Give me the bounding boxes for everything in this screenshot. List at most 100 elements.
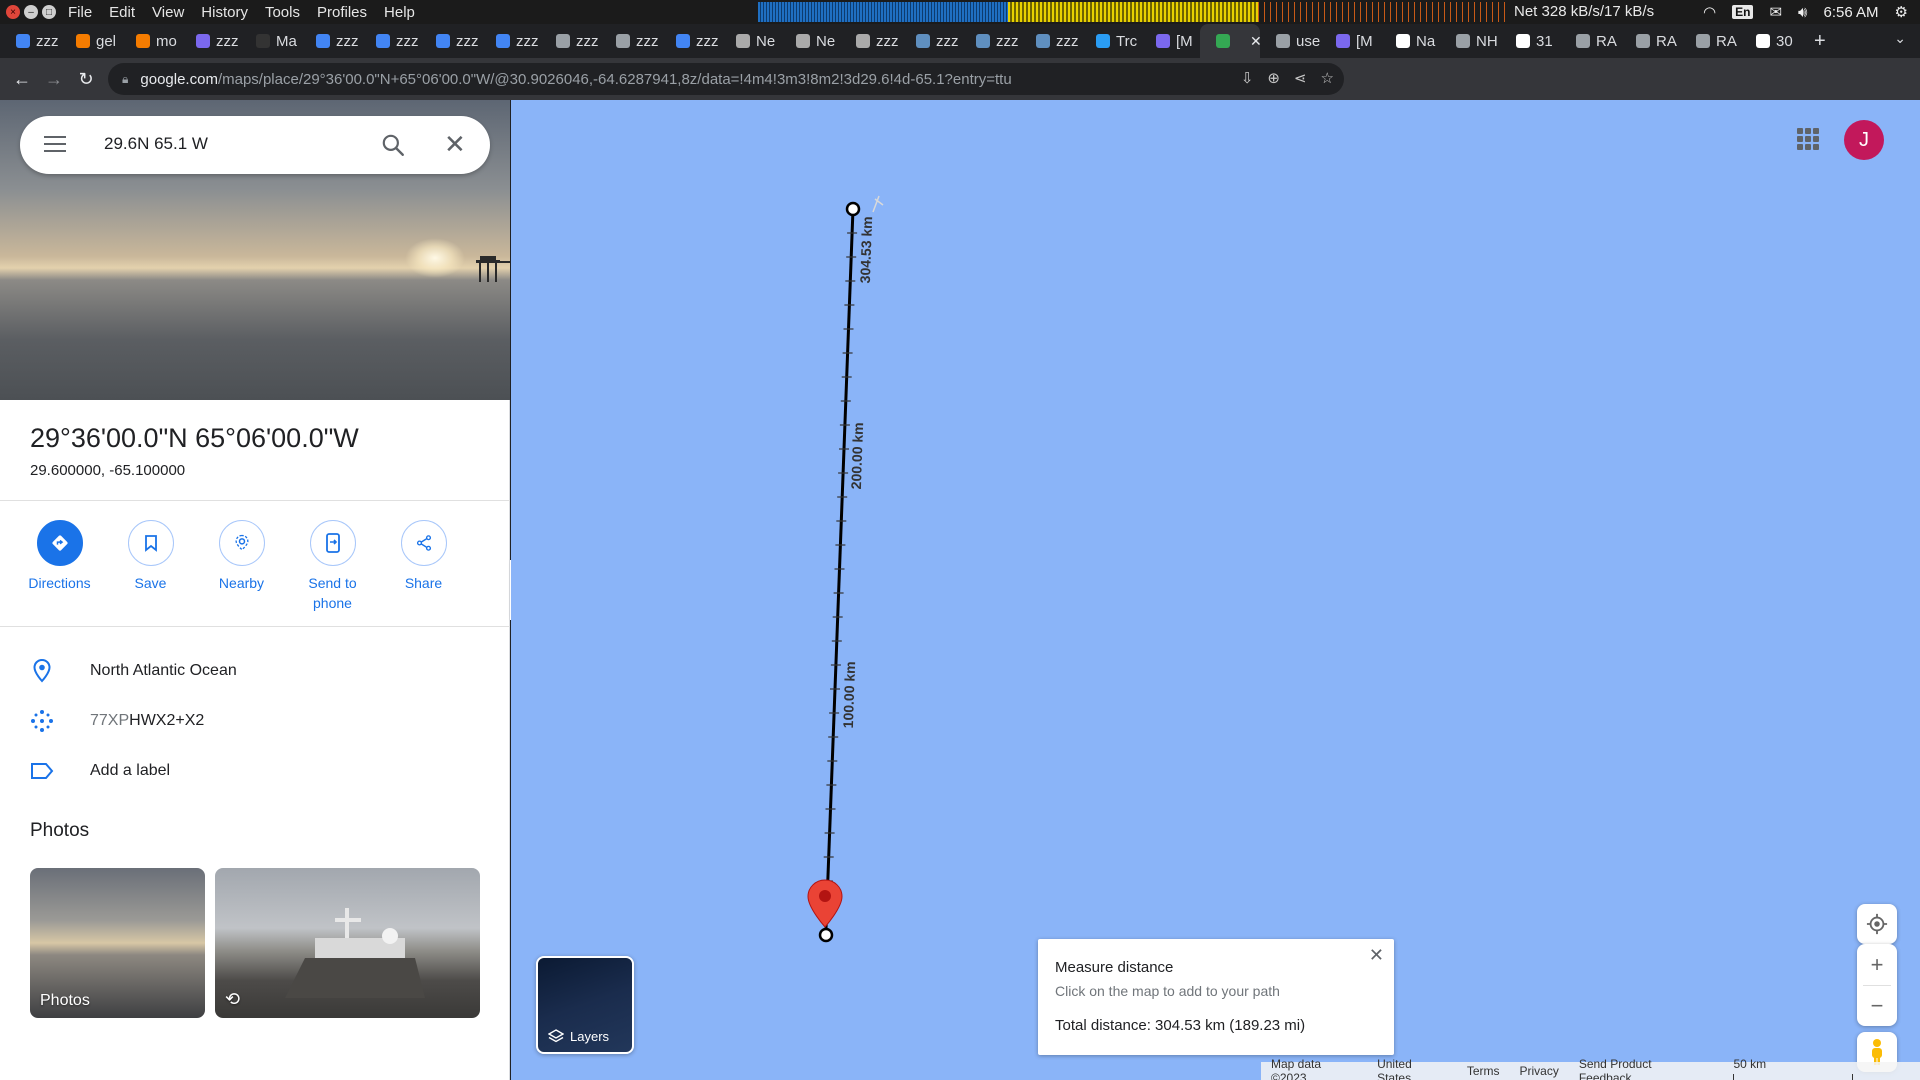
zoom-out-minus-icon[interactable]: − <box>1857 986 1897 1026</box>
info-row-location[interactable]: North Atlantic Ocean <box>0 651 510 691</box>
share-page-icon[interactable]: ⋖ <box>1294 69 1307 87</box>
account-avatar[interactable]: J <box>1844 120 1884 160</box>
menu-history[interactable]: History <box>201 4 248 21</box>
zoom-icon[interactable]: ⊕ <box>1267 69 1280 87</box>
photo-thumbnail-sunset[interactable]: Photos <box>30 868 205 1018</box>
window-minimize-button[interactable]: – <box>24 5 38 19</box>
bookmark-star-icon[interactable]: ☆ <box>1321 69 1334 87</box>
menu-help[interactable]: Help <box>384 4 415 21</box>
browser-tab[interactable]: RA <box>1680 24 1740 58</box>
browser-tab[interactable]: Ne <box>720 24 780 58</box>
browser-tab[interactable]: zzz <box>360 24 420 58</box>
browser-tab[interactable]: [M <box>1320 24 1380 58</box>
browser-tab[interactable]: zzz <box>180 24 240 58</box>
browser-tab[interactable]: NH <box>1440 24 1500 58</box>
browser-tab[interactable]: Na <box>1380 24 1440 58</box>
forward-arrow-icon[interactable]: → <box>38 69 70 90</box>
measure-path-overlay[interactable]: 304.53 km 200.00 km 100.00 km <box>511 100 1920 1080</box>
keyboard-layout[interactable]: En <box>1732 5 1754 19</box>
window-close-button[interactable]: × <box>6 5 20 19</box>
browser-tab[interactable]: 30 <box>1740 24 1800 58</box>
scale-label[interactable]: 50 km <box>1723 1057 1910 1080</box>
my-location-button[interactable] <box>1857 904 1897 944</box>
menu-view[interactable]: View <box>152 4 184 21</box>
mail-icon[interactable]: ✉ <box>1769 3 1782 21</box>
nearby-icon[interactable] <box>218 520 265 566</box>
tab-favicon-icon <box>1096 34 1110 48</box>
wifi-icon[interactable]: ◠ <box>1703 3 1716 21</box>
tab-active-google-maps[interactable]: ✕ <box>1200 24 1260 58</box>
terms-link[interactable]: Terms <box>1467 1064 1500 1078</box>
browser-tab[interactable]: zzz <box>600 24 660 58</box>
browser-tab[interactable]: zzz <box>840 24 900 58</box>
browser-tab[interactable]: RA <box>1620 24 1680 58</box>
lock-icon[interactable]: 🔒︎ <box>122 72 128 87</box>
browser-tab[interactable]: zzz <box>540 24 600 58</box>
send-to-phone-icon[interactable] <box>309 520 356 566</box>
browser-tab[interactable]: Ma <box>240 24 300 58</box>
browser-tab[interactable]: mo <box>120 24 180 58</box>
browser-tab[interactable]: 31 <box>1500 24 1560 58</box>
photo-thumbnail-ship-360[interactable]: ⟲ <box>215 868 480 1018</box>
add-label-link[interactable]: Add a label <box>90 762 170 780</box>
install-app-icon[interactable]: ⇩ <box>1241 69 1254 87</box>
bookmark-icon[interactable] <box>127 520 174 566</box>
clear-search-close-icon[interactable]: ✕ <box>444 131 466 157</box>
browser-tab[interactable]: [M <box>1140 24 1200 58</box>
directions-button[interactable]: Directions <box>14 520 105 613</box>
window-maximize-button[interactable]: □ <box>42 5 56 19</box>
volume-icon[interactable]: 🔊︎ <box>1798 4 1807 21</box>
browser-tab[interactable]: use <box>1260 24 1320 58</box>
country-link[interactable]: United States <box>1377 1057 1447 1080</box>
privacy-link[interactable]: Privacy <box>1519 1064 1558 1078</box>
new-tab-plus-icon[interactable]: + <box>1814 30 1826 53</box>
path-end-point[interactable] <box>845 201 861 217</box>
browser-tab[interactable]: Ne <box>780 24 840 58</box>
red-location-pin-icon[interactable] <box>807 879 843 928</box>
send-to-phone-button[interactable]: Send to phone <box>287 520 378 613</box>
info-row-add-label[interactable]: Add a label <box>0 751 510 791</box>
place-hero-photo[interactable]: 29.6N 65.1 W ✕ <box>0 100 510 400</box>
menu-profiles[interactable]: Profiles <box>317 4 367 21</box>
layers-button[interactable]: Layers <box>536 956 634 1054</box>
map-canvas[interactable]: 304.53 km 200.00 km 100.00 km J Layers ✕… <box>511 100 1920 1080</box>
close-measure-icon[interactable]: ✕ <box>1369 945 1384 966</box>
share-button[interactable]: Share <box>378 520 469 613</box>
back-arrow-icon[interactable]: ← <box>6 69 38 90</box>
save-button[interactable]: Save <box>105 520 196 613</box>
menu-edit[interactable]: Edit <box>109 4 135 21</box>
search-input[interactable]: 29.6N 65.1 W <box>104 134 208 154</box>
google-apps-grid-icon[interactable] <box>1797 128 1819 150</box>
nearby-button[interactable]: Nearby <box>196 520 287 613</box>
send-feedback-link[interactable]: Send Product Feedback <box>1579 1057 1704 1080</box>
search-box[interactable]: 29.6N 65.1 W ✕ <box>20 116 490 174</box>
browser-tab[interactable]: RA <box>1560 24 1620 58</box>
settings-gear-icon[interactable]: ⚙ <box>1895 3 1908 21</box>
menu-tools[interactable]: Tools <box>265 4 300 21</box>
browser-tab[interactable]: zzz <box>0 24 60 58</box>
reload-icon[interactable]: ↻ <box>70 69 102 90</box>
browser-tab[interactable]: zzz <box>420 24 480 58</box>
place-decimal-coords[interactable]: 29.600000, -65.100000 <box>30 462 185 479</box>
browser-tab[interactable]: zzz <box>900 24 960 58</box>
address-bar[interactable]: 🔒︎ google.com/maps/place/29°36'00.0"N+65… <box>108 63 1344 95</box>
menu-file[interactable]: File <box>68 4 92 21</box>
tab-close-icon[interactable]: ✕ <box>1250 33 1260 50</box>
menu-hamburger-icon[interactable] <box>44 136 66 157</box>
browser-tab[interactable]: gel <box>60 24 120 58</box>
browser-tab[interactable]: zzz <box>480 24 540 58</box>
browser-tab[interactable]: zzz <box>660 24 720 58</box>
browser-tab[interactable]: zzz <box>300 24 360 58</box>
directions-icon[interactable] <box>36 520 83 566</box>
zoom-in-plus-icon[interactable]: + <box>1857 945 1897 985</box>
info-row-pluscode[interactable]: 77XPHWX2+X2 <box>0 701 510 741</box>
browser-tab[interactable]: Trc <box>1080 24 1140 58</box>
browser-tab[interactable]: zzz <box>1020 24 1080 58</box>
tab-search-chevron-icon[interactable]: ⌄ <box>1894 30 1906 47</box>
clock[interactable]: 6:56 AM <box>1824 4 1879 21</box>
share-icon[interactable] <box>400 520 447 566</box>
path-start-point[interactable] <box>818 927 834 943</box>
browser-tab[interactable]: zzz <box>960 24 1020 58</box>
url-text[interactable]: google.com/maps/place/29°36'00.0"N+65°06… <box>140 71 1011 88</box>
search-icon[interactable] <box>380 132 406 158</box>
